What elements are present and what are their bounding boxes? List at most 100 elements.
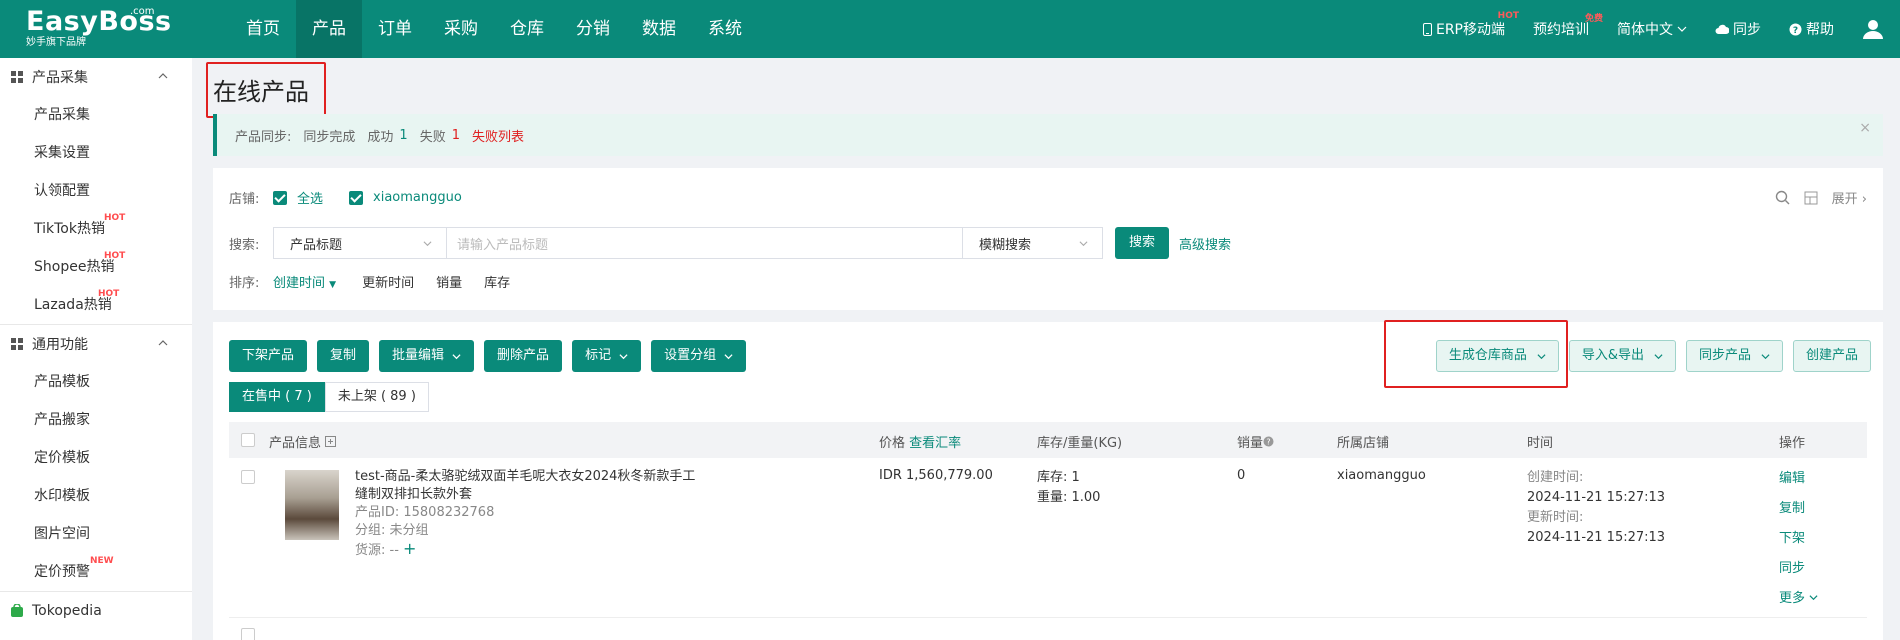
expand-plus-icon[interactable] — [325, 436, 337, 447]
hot-badge: HOT — [1497, 11, 1519, 21]
button-label: 同步产品 — [1698, 348, 1751, 363]
expand-toggle[interactable]: 展开 › — [1832, 188, 1867, 207]
created-label: 创建时间: — [1527, 470, 1584, 485]
brand-dotcom: .com — [130, 6, 155, 17]
mark-button[interactable]: 标记 — [572, 340, 642, 372]
mobile-icon — [1422, 22, 1432, 36]
tab-on-sale[interactable]: 在售中 ( 7 ) — [229, 382, 325, 412]
fail-list-link[interactable]: 失败列表 — [472, 126, 524, 145]
button-label: 创建产品 — [1805, 348, 1858, 363]
delist-link[interactable]: 下架 — [1779, 524, 1818, 554]
search-icon[interactable] — [1775, 190, 1790, 205]
updated-time: 2024-11-21 15:27:13 — [1527, 530, 1666, 545]
search-button[interactable]: 搜索 — [1115, 227, 1170, 259]
advanced-search-link[interactable]: 高级搜索 — [1179, 234, 1231, 253]
sort-updated-time[interactable]: 更新时间 — [362, 272, 414, 291]
highlight-box-generate — [1384, 320, 1568, 388]
header-shop: 所属店铺 — [1337, 436, 1390, 451]
nav-purchase[interactable]: 采购 — [428, 0, 494, 58]
sidebar-item-tiktok-hot[interactable]: TikTok热销 HOT — [0, 210, 192, 248]
select-all-label[interactable]: 全选 — [297, 188, 323, 207]
nav-products[interactable]: 产品 — [296, 0, 362, 58]
set-group-button[interactable]: 设置分组 — [651, 340, 747, 372]
shop-checkbox[interactable] — [349, 190, 364, 205]
import-export-button[interactable]: 导入&导出 — [1568, 340, 1676, 372]
more-link[interactable]: 更多 — [1779, 584, 1818, 614]
search-placeholder: 请输入产品标题 — [457, 237, 549, 253]
help-button[interactable]: ? 帮助 — [1789, 19, 1834, 39]
edit-link[interactable]: 编辑 — [1779, 464, 1818, 494]
sidebar-item-claim-config[interactable]: 认领配置 — [0, 172, 192, 210]
search-field-select[interactable]: 产品标题 — [273, 227, 447, 259]
sales-value: 0 — [1237, 468, 1246, 483]
sidebar-group-collect[interactable]: 产品采集 — [0, 58, 192, 96]
sort-created-time[interactable]: 创建时间 ▼ — [273, 272, 336, 291]
sidebar-item-label: 产品采集 — [34, 107, 90, 123]
select-all-checkbox[interactable] — [273, 190, 287, 205]
nav-orders[interactable]: 订单 — [362, 0, 428, 58]
nav-data[interactable]: 数据 — [626, 0, 692, 58]
row-checkbox[interactable] — [241, 470, 255, 484]
header-price: 价格 查看汇率 — [879, 432, 961, 451]
nav-distribution[interactable]: 分销 — [560, 0, 626, 58]
main-nav: 首页 产品 订单 采购 仓库 分销 数据 系统 — [230, 0, 758, 58]
language-select[interactable]: 简体中文 — [1617, 19, 1687, 39]
layout-icon[interactable] — [1804, 191, 1818, 205]
sidebar-group-general[interactable]: 通用功能 — [0, 325, 192, 363]
chevron-down-icon — [1677, 26, 1687, 32]
training-link[interactable]: 预约培训 免费 — [1533, 14, 1603, 39]
delist-button[interactable]: 下架产品 — [229, 340, 308, 372]
new-badge: NEW — [90, 556, 114, 566]
sidebar-item-image-space[interactable]: 图片空间 — [0, 515, 192, 553]
sidebar-item-shopee-hot[interactable]: Shopee热销 HOT — [0, 248, 192, 286]
search-input[interactable]: 请输入产品标题 — [447, 227, 963, 259]
header-stock-weight: 库存/重量(KG) — [1037, 436, 1123, 451]
sidebar-item-collect-settings[interactable]: 采集设置 — [0, 134, 192, 172]
sort-sales[interactable]: 销量 — [436, 272, 462, 291]
sidebar-item-price-alert[interactable]: 定价预警 NEW — [0, 553, 192, 591]
sidebar-item-watermark-template[interactable]: 水印模板 — [0, 477, 192, 515]
sidebar-item-lazada-hot[interactable]: Lazada热销 HOT — [0, 286, 192, 324]
training-label: 预约培训 — [1533, 22, 1589, 38]
copy-button[interactable]: 复制 — [317, 340, 370, 372]
sidebar-item-product-template[interactable]: 产品模板 — [0, 363, 192, 401]
sidebar-item-product-move[interactable]: 产品搬家 — [0, 401, 192, 439]
sync-products-button[interactable]: 同步产品 — [1685, 340, 1783, 372]
sort-stock[interactable]: 库存 — [484, 272, 510, 291]
add-source-icon[interactable]: + — [403, 539, 416, 558]
chevron-up-icon — [158, 73, 168, 79]
nav-system[interactable]: 系统 — [692, 0, 758, 58]
row-checkbox[interactable] — [241, 628, 255, 640]
copy-link[interactable]: 复制 — [1779, 494, 1818, 524]
sync-button[interactable]: 同步 — [1715, 19, 1761, 39]
product-title-cont[interactable]: 缝制双排扣长款外套 — [355, 486, 715, 504]
search-mode-select[interactable]: 模糊搜索 — [963, 227, 1103, 259]
sync-label: 产品同步: — [235, 129, 292, 145]
sidebar-item-label: 认领配置 — [34, 183, 90, 199]
view-rate-link[interactable]: 查看汇率 — [909, 436, 961, 451]
user-avatar-icon[interactable] — [1862, 18, 1884, 40]
table-header: 产品信息 价格 查看汇率 库存/重量(KG) 销量? 所属店铺 时间 操作 — [229, 422, 1867, 458]
product-title[interactable]: test-商品-柔太骆驼绒双面羊毛呢大衣女2024秋冬新款手工 — [355, 468, 715, 486]
sync-link[interactable]: 同步 — [1779, 554, 1818, 584]
select-all-rows-checkbox[interactable] — [241, 433, 255, 447]
shop-name[interactable]: xiaomangguo — [373, 190, 462, 205]
help-icon[interactable]: ? — [1263, 436, 1274, 447]
cloud-icon — [1715, 24, 1729, 34]
table-row: test-商品-柔太骆驼绒双面羊毛呢大衣女2024秋冬新款手工 缝制双排扣长款外… — [229, 458, 1867, 618]
search-label: 搜索: — [229, 237, 260, 253]
sidebar-item-pricing-template[interactable]: 定价模板 — [0, 439, 192, 477]
sidebar-item-product-collect[interactable]: 产品采集 — [0, 96, 192, 134]
erp-mobile-link[interactable]: ERP移动端 HOT — [1422, 11, 1519, 39]
tab-not-listed[interactable]: 未上架 ( 89 ) — [324, 382, 429, 412]
logo[interactable]: EasyBoss .com 妙手旗下品牌 — [0, 0, 210, 58]
chevron-down-icon — [1809, 595, 1818, 601]
close-icon[interactable]: × — [1859, 120, 1871, 136]
sidebar-group-tokopedia[interactable]: Tokopedia — [0, 592, 192, 630]
nav-home[interactable]: 首页 — [230, 0, 296, 58]
product-thumbnail[interactable] — [285, 470, 339, 540]
create-product-button[interactable]: 创建产品 — [1792, 340, 1871, 372]
batch-edit-button[interactable]: 批量编辑 — [379, 340, 475, 372]
nav-warehouse[interactable]: 仓库 — [494, 0, 560, 58]
delete-product-button[interactable]: 删除产品 — [484, 340, 563, 372]
